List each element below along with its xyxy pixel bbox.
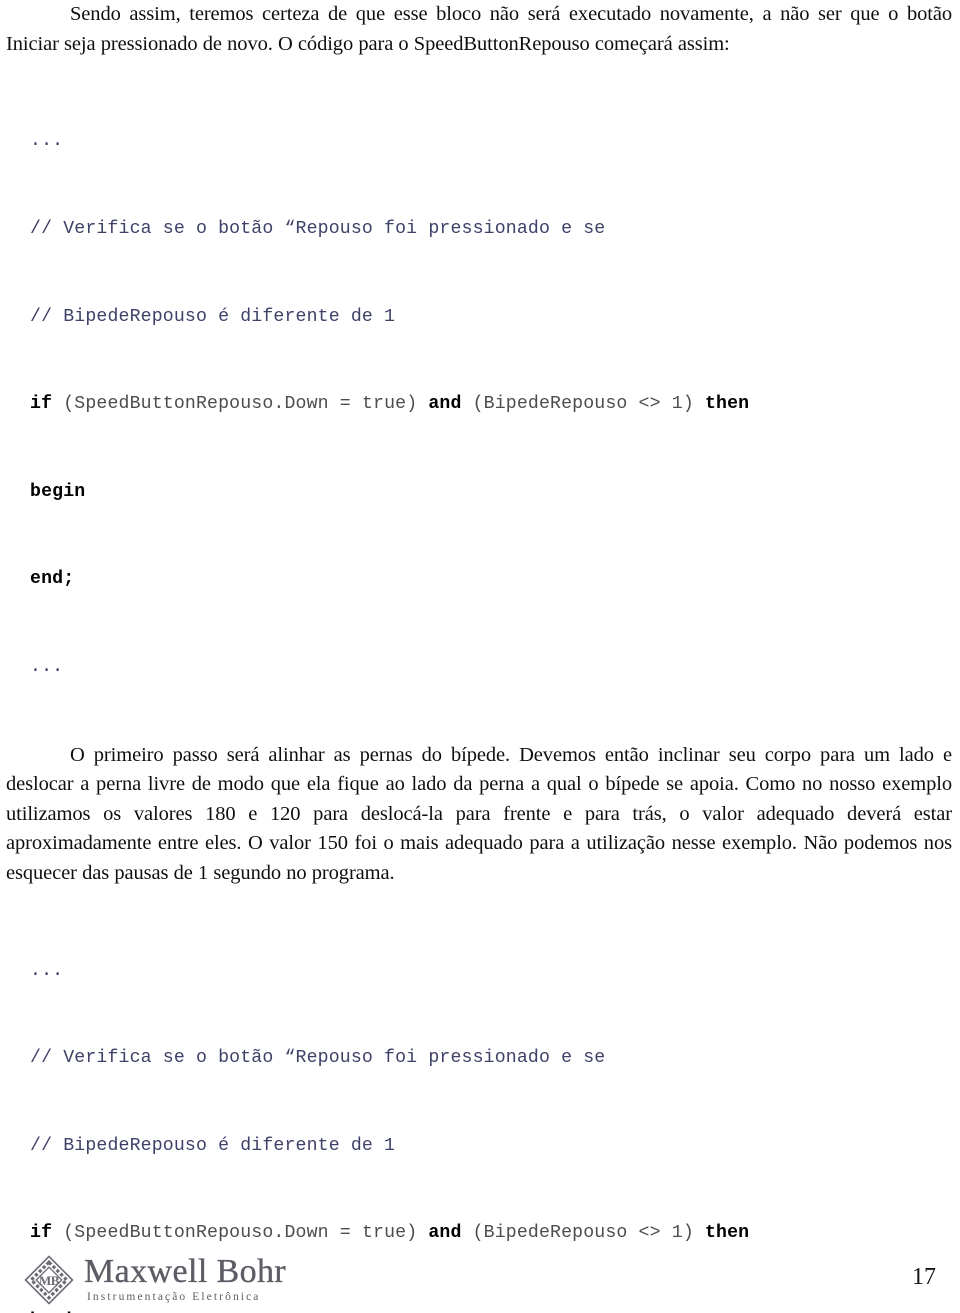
keyword-and: and bbox=[428, 394, 462, 415]
document-page: Sendo assim, teremos certeza de que esse… bbox=[0, 0, 960, 1313]
keyword-then: then bbox=[704, 394, 750, 415]
page-footer: MB Maxwell Bohr Instrumentação Eletrônic… bbox=[0, 1235, 960, 1313]
paragraph-2: O primeiro passo será alinhar as pernas … bbox=[6, 743, 952, 884]
code-line-comment: // BipedeRepouso é diferente de 1 bbox=[30, 1135, 396, 1156]
condition-left: (SpeedButtonRepouso.Down = true) bbox=[52, 394, 429, 415]
logo-subtitle: Instrumentação Eletrônica bbox=[87, 1291, 261, 1303]
paragraph-1: Sendo assim, teremos certeza de que esse… bbox=[6, 3, 952, 55]
code-line-begin: begin bbox=[30, 481, 86, 502]
code-line-ellipsis: ... bbox=[30, 131, 64, 152]
code-line-comment: // BipedeRepouso é diferente de 1 bbox=[30, 306, 396, 327]
code-line-end: end; bbox=[30, 569, 75, 590]
code-block-1: ... // Verifica se o botão “Repouso foi … bbox=[0, 69, 960, 741]
maxwell-bohr-logo: MB Maxwell Bohr Instrumentação Eletrônic… bbox=[22, 1253, 286, 1307]
condition-right: (BipedeRepouso <> 1) bbox=[461, 394, 705, 415]
logo-text-group: Maxwell Bohr Instrumentação Eletrônica bbox=[84, 1253, 287, 1305]
code-line-comment: // Verifica se o botão “Repouso foi pres… bbox=[30, 1048, 606, 1069]
svg-text:MB: MB bbox=[39, 1273, 60, 1288]
diamond-monogram-icon: MB bbox=[22, 1253, 76, 1307]
code-line-ellipsis: ... bbox=[30, 960, 64, 981]
code-line-comment: // Verifica se o botão “Repouso foi pres… bbox=[30, 219, 606, 240]
keyword-if: if bbox=[30, 394, 53, 415]
logo-company-name: Maxwell Bohr bbox=[84, 1253, 287, 1290]
page-number: 17 bbox=[912, 1264, 936, 1290]
code-line-if: if (SpeedButtonRepouso.Down = true) and … bbox=[0, 390, 960, 419]
page-content: Sendo assim, teremos certeza de que esse… bbox=[0, 0, 960, 1313]
code-line-ellipsis: ... bbox=[30, 657, 64, 678]
